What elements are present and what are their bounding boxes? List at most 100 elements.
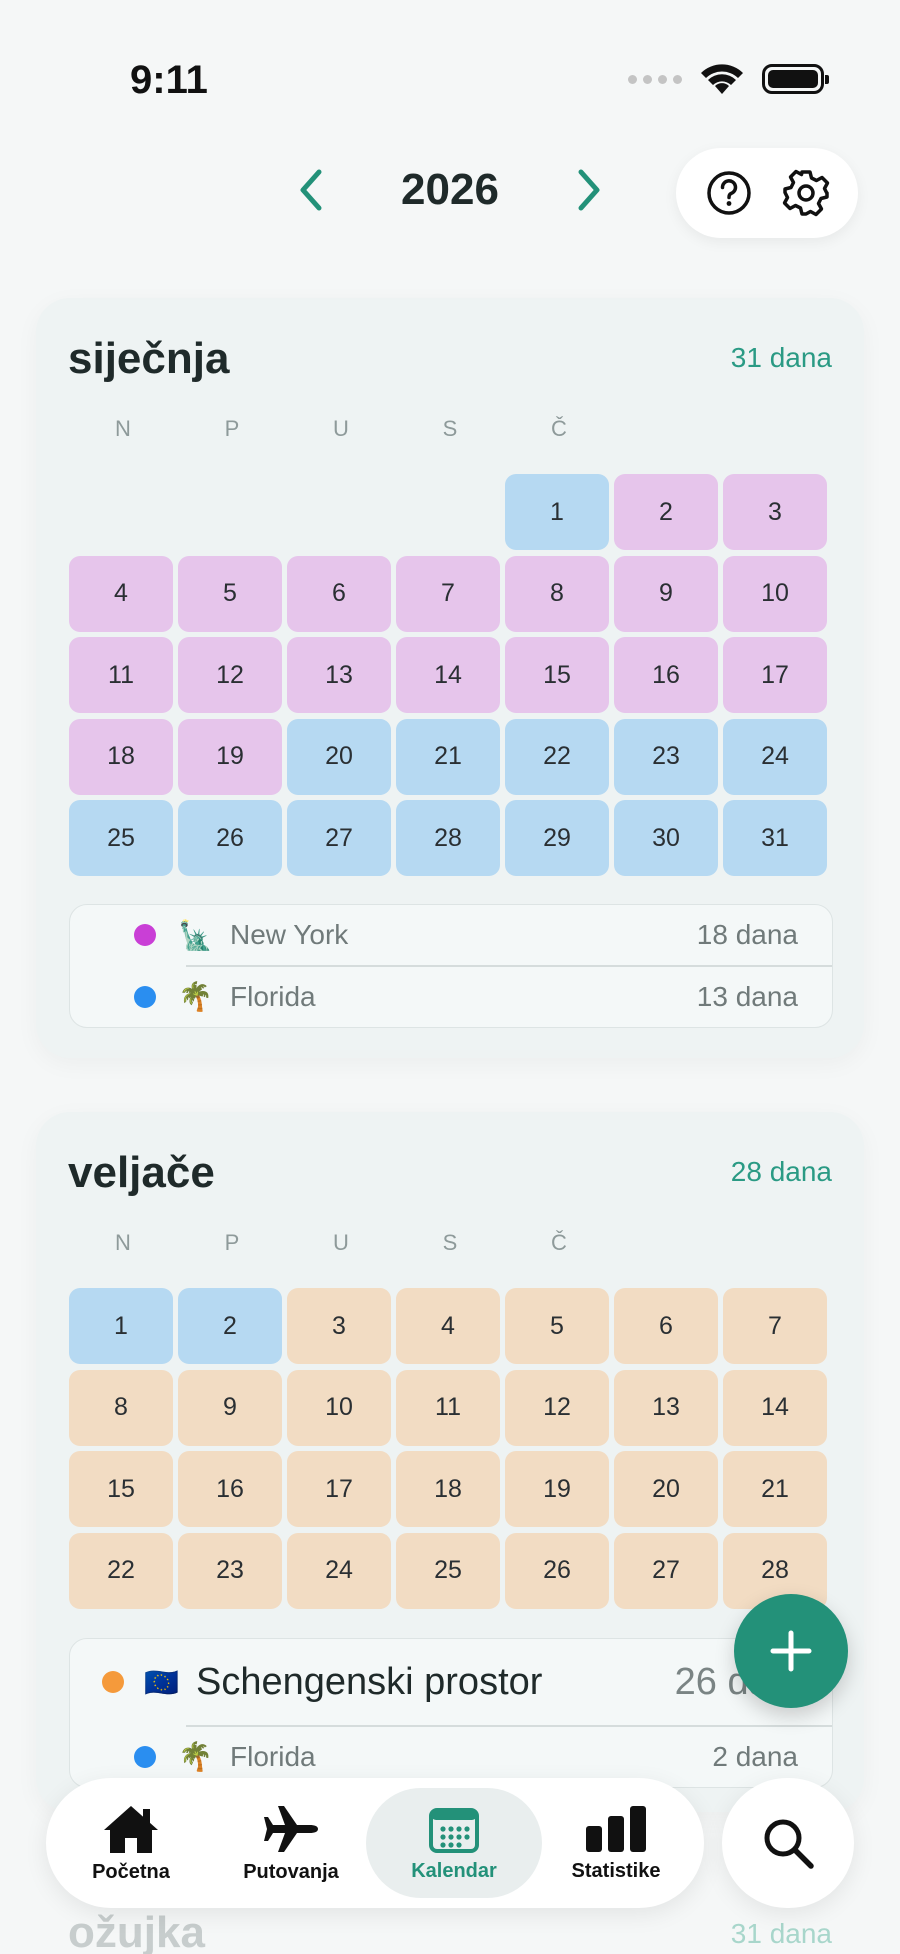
weekday-label: U	[333, 1230, 350, 1255]
day-cell[interactable]: 7	[396, 555, 500, 632]
day-cell[interactable]: 25	[396, 1532, 500, 1609]
day-cell[interactable]: 27	[287, 800, 391, 876]
day-cell[interactable]: 13	[614, 1369, 718, 1446]
day-cell[interactable]: 19	[505, 1451, 609, 1527]
day-cell[interactable]: 12	[178, 637, 282, 713]
day-cell[interactable]: 20	[287, 718, 391, 795]
legend-count: 18 dana	[696, 919, 798, 950]
chevron-left-icon	[300, 169, 322, 211]
next-month-days-count: 31 dana	[730, 1918, 832, 1949]
day-cell[interactable]: 23	[178, 1532, 282, 1609]
tab-statistics[interactable]: Statistike	[546, 1788, 686, 1898]
day-cell[interactable]: 6	[287, 555, 391, 632]
empty-day-cell	[69, 474, 173, 550]
day-cell[interactable]: 12	[505, 1369, 609, 1446]
florida-color-dot	[134, 985, 156, 1008]
day-cell[interactable]: 26	[178, 800, 282, 876]
weekday-label	[723, 1230, 832, 1256]
day-cell[interactable]: 3	[287, 1288, 391, 1364]
statue-of-liberty-icon: 🗽	[178, 919, 213, 951]
day-cell[interactable]: 16	[178, 1451, 282, 1527]
day-cell[interactable]: 16	[614, 637, 718, 713]
day-cell[interactable]: 21	[396, 718, 500, 795]
legend-name: Schengenski prostor	[196, 1660, 543, 1703]
weekday-label	[723, 416, 832, 442]
tab-home[interactable]: Početna	[66, 1788, 196, 1898]
day-cell[interactable]: 10	[287, 1369, 391, 1446]
day-cell[interactable]: 15	[69, 1451, 173, 1527]
weekday-label: N	[115, 416, 132, 441]
previous-year-button[interactable]	[280, 160, 340, 220]
day-cell[interactable]: 22	[505, 718, 609, 795]
search-button[interactable]	[722, 1778, 854, 1908]
day-cell[interactable]: 4	[69, 555, 173, 632]
tab-trips[interactable]: Putovanja	[220, 1788, 362, 1898]
weekday-header: N P U S Č	[69, 416, 832, 442]
day-cell[interactable]: 30	[614, 800, 718, 876]
day-cell[interactable]: 24	[723, 718, 827, 795]
day-cell[interactable]: 5	[505, 1288, 609, 1364]
day-cell[interactable]: 23	[614, 718, 718, 795]
day-cell[interactable]: 28	[396, 800, 500, 876]
day-cell[interactable]: 25	[69, 800, 173, 876]
legend-item-florida[interactable]: 🌴 Florida 13 dana	[70, 967, 832, 1027]
eu-flag-icon: 🇪🇺	[144, 1666, 179, 1698]
day-cell[interactable]: 26	[505, 1532, 609, 1609]
add-trip-button[interactable]	[734, 1594, 848, 1708]
day-cell[interactable]: 7	[723, 1288, 827, 1364]
month-days-count: 28 dana	[730, 1156, 832, 1187]
day-cell[interactable]: 9	[178, 1369, 282, 1446]
day-cell[interactable]: 14	[396, 637, 500, 713]
day-cell[interactable]: 1	[505, 474, 609, 550]
day-cell[interactable]: 10	[723, 555, 827, 632]
day-cell[interactable]: 3	[723, 474, 827, 550]
day-cell[interactable]: 2	[178, 1288, 282, 1364]
settings-button[interactable]	[778, 165, 834, 221]
day-cell[interactable]: 15	[505, 637, 609, 713]
day-cell[interactable]: 4	[396, 1288, 500, 1364]
day-cell[interactable]: 29	[505, 800, 609, 876]
battery-icon	[762, 64, 829, 94]
legend-name: Florida	[230, 980, 316, 1012]
wifi-icon	[701, 64, 743, 94]
question-icon	[706, 171, 751, 215]
month-title: siječnja	[68, 334, 230, 383]
day-cell[interactable]: 11	[396, 1369, 500, 1446]
legend-item-new-york[interactable]: 🗽 New York 18 dana	[70, 905, 832, 965]
day-cell[interactable]: 27	[614, 1532, 718, 1609]
day-cell[interactable]: 1	[69, 1288, 173, 1364]
month-card-february: veljače 28 dana N P U S Č 1 2 3 4 5 6 7 8 9 10 11 1…	[36, 1112, 864, 1812]
legend-count: 13 dana	[696, 980, 798, 1012]
weekday-label: S	[442, 1230, 459, 1255]
legend-name: Florida	[230, 1740, 316, 1772]
day-cell[interactable]: 18	[396, 1451, 500, 1527]
legend-item-schengen[interactable]: 🇪🇺 Schengenski prostor 26 dana	[70, 1639, 832, 1725]
day-cell[interactable]: 19	[178, 718, 282, 795]
day-cell[interactable]: 5	[178, 555, 282, 632]
gear-icon	[782, 169, 829, 217]
day-cell[interactable]: 31	[723, 800, 827, 876]
day-cell[interactable]: 9	[614, 555, 718, 632]
day-cell[interactable]: 22	[69, 1532, 173, 1609]
next-year-button[interactable]	[560, 160, 620, 220]
day-cell[interactable]: 8	[505, 555, 609, 632]
day-cell[interactable]: 18	[69, 718, 173, 795]
day-cell[interactable]: 20	[614, 1451, 718, 1527]
day-cell[interactable]: 2	[614, 474, 718, 550]
day-cell[interactable]: 17	[723, 637, 827, 713]
tab-label: Putovanja	[243, 1860, 339, 1883]
day-cell[interactable]: 24	[287, 1532, 391, 1609]
day-cell[interactable]: 13	[287, 637, 391, 713]
day-cell[interactable]: 17	[287, 1451, 391, 1527]
day-cell[interactable]: 8	[69, 1369, 173, 1446]
empty-day-cell	[287, 474, 391, 550]
chevron-right-icon	[578, 169, 600, 211]
day-cell[interactable]: 11	[69, 637, 173, 713]
tab-calendar[interactable]: Kalendar	[366, 1788, 542, 1898]
help-button[interactable]	[701, 165, 757, 221]
florida-color-dot	[134, 1745, 156, 1768]
palm-tree-icon: 🌴	[178, 1741, 213, 1772]
day-cell[interactable]: 14	[723, 1369, 827, 1446]
day-cell[interactable]: 21	[723, 1451, 827, 1527]
day-cell[interactable]: 6	[614, 1288, 718, 1364]
